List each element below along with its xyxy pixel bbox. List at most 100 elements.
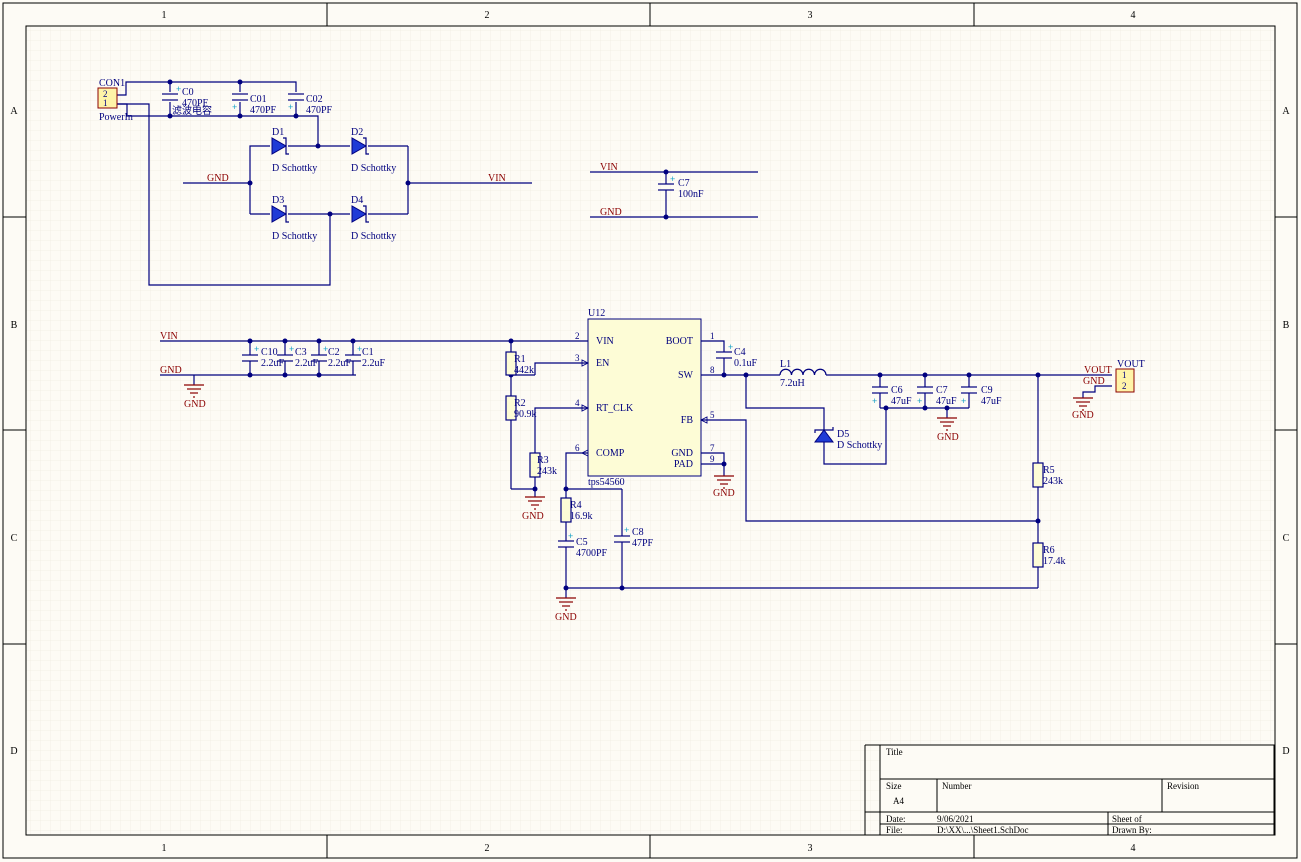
c2-value: 2.2uF — [328, 358, 352, 369]
net-label-vout: VOUT — [1084, 365, 1112, 376]
gnd-label-input: GND — [184, 399, 206, 410]
gnd-label-ic: GND — [713, 488, 735, 499]
d4-ref: D4 — [351, 195, 363, 206]
u12-pin-rt-name: RT_CLK — [596, 403, 634, 414]
net-label-gnd-bridge: GND — [207, 173, 229, 184]
c5-value: 4700PF — [576, 548, 608, 559]
net-label-gnd-c7: GND — [600, 207, 622, 218]
con1-name: PowerIn — [99, 112, 133, 123]
u12-part: tps54560 — [588, 477, 625, 488]
r2-ref: R2 — [514, 398, 526, 409]
c0-note: 滤波电容 — [172, 104, 212, 117]
r1-value: 442k — [514, 365, 534, 376]
c5-ref: C5 — [576, 537, 588, 548]
frame-row-c-right: C — [1283, 533, 1290, 544]
vout-conn-pin-1: 1 — [1122, 370, 1127, 380]
frame-row-a-right: A — [1282, 106, 1290, 117]
svg-text:+: + — [176, 84, 181, 94]
u12-pin-boot-name: BOOT — [666, 336, 693, 347]
c4-ref: C4 — [734, 347, 746, 358]
r6-value: 17.4k — [1043, 556, 1066, 567]
u12-pin-sw-num: 8 — [710, 365, 715, 375]
svg-text:+: + — [872, 396, 877, 406]
frame-col-3-top: 3 — [808, 10, 813, 21]
u12-pin-vin-name: VIN — [596, 336, 614, 347]
c7a-ref: C7 — [678, 178, 690, 189]
c02-ref: C02 — [306, 94, 323, 105]
u12-pin-fb-name: FB — [681, 415, 694, 426]
frame-col-3-bottom: 3 — [808, 843, 813, 854]
d1-ref: D1 — [272, 127, 284, 138]
con1-ref: CON1 — [99, 78, 125, 89]
frame-col-4-top: 4 — [1131, 10, 1136, 21]
d2-value: D Schottky — [351, 163, 396, 174]
u12-pin-pad-num: 9 — [710, 454, 715, 464]
r5-value: 243k — [1043, 476, 1063, 487]
u12-pin-rt-num: 4 — [575, 398, 580, 408]
frame-row-a-left: A — [10, 106, 18, 117]
net-label-gnd-buck: GND — [160, 365, 182, 376]
vout-conn-pin-2: 2 — [1122, 381, 1127, 391]
tb-size-value: A4 — [893, 796, 904, 806]
frame-row-d-left: D — [10, 746, 17, 757]
c1-ref: C1 — [362, 347, 374, 358]
tb-date-label: Date: — [886, 814, 906, 824]
c9-value: 47uF — [981, 396, 1002, 407]
r3-ref: R3 — [537, 455, 549, 466]
gnd-label-output-caps: GND — [937, 432, 959, 443]
u12-pin-boot-num: 1 — [710, 331, 715, 341]
r2-value: 90.9k — [514, 409, 537, 420]
l1-value: 7.2uH — [780, 378, 805, 389]
c7a-value: 100nF — [678, 189, 704, 200]
title-block: Title Size A4 Number Revision Date: 9/06… — [864, 744, 1275, 836]
u12-pin-sw-name: SW — [678, 370, 694, 381]
d1-value: D Schottky — [272, 163, 317, 174]
c2-ref: C2 — [328, 347, 340, 358]
c6-ref: C6 — [891, 385, 903, 396]
net-label-vin-c7: VIN — [600, 162, 618, 173]
d5-ref: D5 — [837, 429, 849, 440]
u12-pin-comp-name: COMP — [596, 448, 625, 459]
svg-text:+: + — [624, 525, 629, 535]
c3-ref: C3 — [295, 347, 307, 358]
c02-value: 470PF — [306, 105, 333, 116]
c7b-ref: C7 — [936, 385, 948, 396]
u12-pin-en-name: EN — [596, 358, 609, 369]
svg-text:+: + — [232, 102, 237, 112]
net-label-vin-bridge: VIN — [488, 173, 506, 184]
c3-value: 2.2uF — [295, 358, 319, 369]
d3-value: D Schottky — [272, 231, 317, 242]
net-label-vin-buck: VIN — [160, 331, 178, 342]
gnd-label-vout: GND — [1072, 410, 1094, 421]
r6-ref: R6 — [1043, 545, 1055, 556]
tb-number-label: Number — [942, 781, 972, 791]
svg-text:+: + — [568, 531, 573, 541]
svg-text:+: + — [254, 344, 259, 354]
r1-ref: R1 — [514, 354, 526, 365]
r5-ref: R5 — [1043, 465, 1055, 476]
svg-text:+: + — [917, 396, 922, 406]
frame-row-c-left: C — [11, 533, 18, 544]
u12-pin-fb-num: 5 — [710, 410, 715, 420]
frame-col-2-top: 2 — [485, 10, 490, 21]
l1-ref: L1 — [780, 359, 791, 370]
frame-col-1-bottom: 1 — [162, 843, 167, 854]
d4-value: D Schottky — [351, 231, 396, 242]
u12-pin-comp-num: 6 — [575, 443, 580, 453]
frame-col-2-bottom: 2 — [485, 843, 490, 854]
c01-ref: C01 — [250, 94, 267, 105]
c6-value: 47uF — [891, 396, 912, 407]
svg-text:+: + — [288, 102, 293, 112]
frame-row-b-left: B — [11, 320, 18, 331]
schematic-sheet: 1 2 3 4 1 2 3 4 A B C D A B C D 2 1 CON1… — [0, 0, 1301, 862]
c1-value: 2.2uF — [362, 358, 386, 369]
frame-col-4-bottom: 4 — [1131, 843, 1136, 854]
con1-pin-1: 1 — [103, 98, 108, 108]
svg-text:+: + — [670, 174, 675, 184]
c10-ref: C10 — [261, 347, 278, 358]
c01-value: 470PF — [250, 105, 277, 116]
tb-title-label: Title — [886, 747, 903, 757]
ic-u12[interactable]: U12 tps54560 VIN 2 EN 3 RT_CLK 4 COMP 6 … — [575, 308, 715, 488]
c4-value: 0.1uF — [734, 358, 758, 369]
tb-file-label: File: — [886, 825, 903, 835]
